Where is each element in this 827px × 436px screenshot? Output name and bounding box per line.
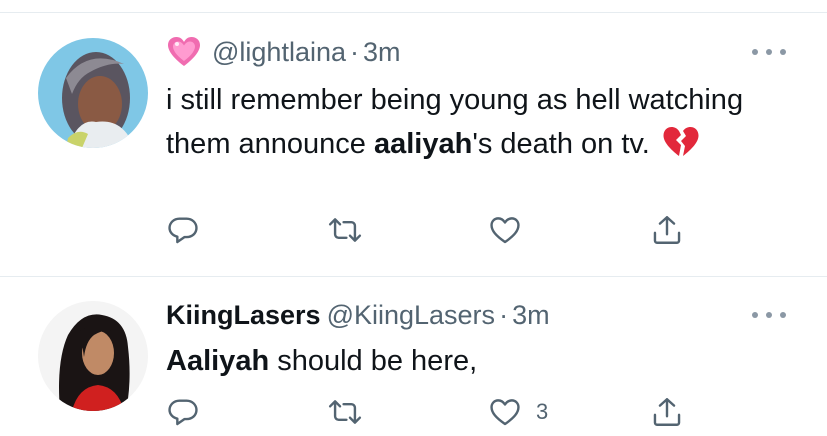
tweet-text: i still remember being young as hell wat… <box>166 78 766 166</box>
reply-button[interactable] <box>166 213 200 247</box>
tweet[interactable]: KiingLasers @KiingLasers · 3m Aaliyah sh… <box>0 277 827 436</box>
reply-icon <box>168 399 198 426</box>
retweet-button[interactable] <box>328 395 362 429</box>
retweet-button[interactable] <box>328 213 362 247</box>
handle[interactable]: @KiingLasers <box>327 300 496 331</box>
tweet-text-bold[interactable]: Aaliyah <box>166 345 269 377</box>
tweet-actions <box>160 213 700 253</box>
tweet[interactable]: @lightlaina · 3m i still remember being … <box>0 0 827 276</box>
like-icon <box>490 217 520 244</box>
share-button[interactable] <box>650 213 684 247</box>
reply-button[interactable] <box>166 395 200 429</box>
reply-icon <box>168 217 198 244</box>
share-icon <box>653 398 681 426</box>
separator-dot: · <box>350 36 359 67</box>
share-icon <box>653 216 681 244</box>
tweet-text: Aaliyah should be here, <box>166 339 766 383</box>
more-icon[interactable] <box>752 45 786 59</box>
pink-heart-emoji-icon <box>168 37 200 66</box>
like-button[interactable] <box>488 213 536 247</box>
display-name[interactable]: KiingLasers <box>166 300 321 331</box>
avatar-image <box>38 301 148 411</box>
handle[interactable]: @lightlaina <box>212 37 346 68</box>
tweet-actions: 3 <box>160 395 700 435</box>
tweet-text-part: should be here, <box>269 345 478 377</box>
timestamp[interactable]: 3m <box>512 300 550 331</box>
retweet-icon <box>328 218 362 242</box>
tweet-text-bold[interactable]: aaliyah <box>374 128 472 160</box>
avatar[interactable] <box>38 301 148 411</box>
like-icon <box>490 399 520 426</box>
retweet-icon <box>328 400 362 424</box>
like-count: 3 <box>536 399 549 424</box>
share-button[interactable] <box>650 395 684 429</box>
tweet-text-part: 's death on tv. <box>472 128 650 160</box>
avatar[interactable] <box>38 38 148 148</box>
tweet-header: @lightlaina · 3m <box>166 28 401 76</box>
broken-heart-emoji-icon <box>663 127 699 156</box>
timestamp[interactable]: 3m <box>363 37 401 68</box>
like-button[interactable]: 3 <box>488 395 548 429</box>
tweet-header: KiingLasers @KiingLasers · 3m <box>166 291 550 339</box>
avatar-image <box>38 38 148 148</box>
more-icon[interactable] <box>752 308 786 322</box>
separator-dot: · <box>499 299 509 330</box>
